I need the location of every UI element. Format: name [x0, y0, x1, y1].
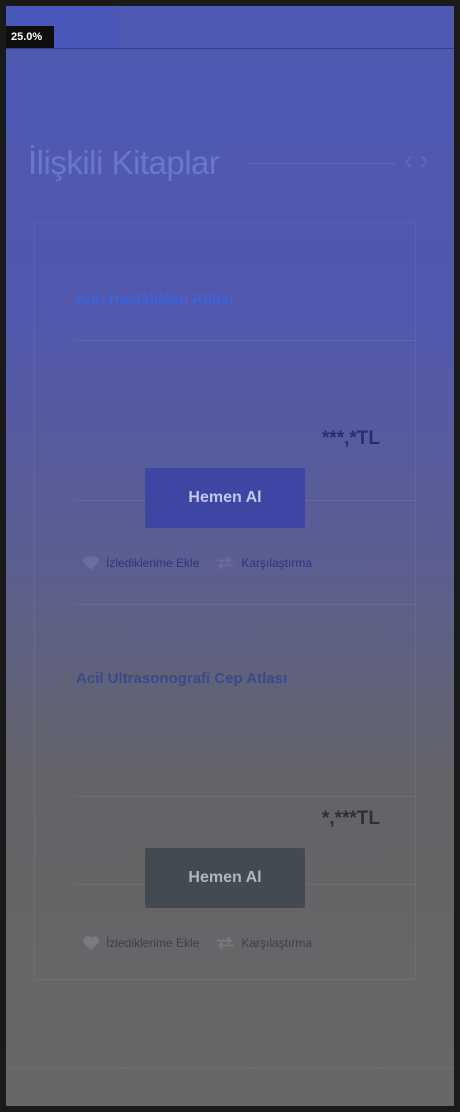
book-price: *,***TL	[321, 808, 380, 829]
buy-now-button[interactable]: Hemen Al	[145, 848, 305, 908]
book-title-link[interactable]: Kan Hastalıkları Atlası	[76, 290, 233, 307]
card-divider	[74, 796, 416, 797]
compare-label: Karşılaştırma	[241, 936, 313, 950]
book-card: Kan Hastalıkları Atlası ***,*TL Hemen Al…	[34, 222, 416, 605]
section-title: İlişkili Kitaplar	[28, 144, 220, 181]
footer-bar	[6, 1068, 454, 1106]
buy-now-button[interactable]: Hemen Al	[145, 468, 305, 528]
book-card: Acil Ultrasonografi Cep Atlası *,***TL H…	[34, 602, 416, 980]
next-arrow-icon[interactable]: ›	[419, 146, 428, 174]
watchlist-label: İzlediklerime Ekle	[106, 936, 200, 950]
carousel-nav: ‹ ›	[404, 146, 429, 174]
heart-icon	[83, 936, 99, 951]
book-price: ***,*TL	[321, 428, 380, 449]
compare-link[interactable]: Karşılaştırma	[215, 936, 312, 950]
progress-label: 25.0%	[6, 26, 54, 48]
heart-icon	[83, 556, 99, 571]
compare-label: Karşılaştırma	[241, 556, 313, 570]
progress-bar: 25.0%	[6, 6, 454, 49]
add-to-watchlist-link[interactable]: İzlediklerime Ekle	[82, 935, 199, 951]
compare-arrows-icon	[217, 556, 234, 570]
app-screen: 25.0% İlişkili Kitaplar ‹ › Kan Hastalık…	[6, 6, 454, 1106]
book-title-link[interactable]: Acil Ultrasonografi Cep Atlası	[76, 670, 287, 687]
add-to-watchlist-link[interactable]: İzlediklerime Ekle	[82, 555, 199, 571]
title-divider	[248, 163, 396, 164]
compare-link[interactable]: Karşılaştırma	[215, 556, 312, 570]
watchlist-label: İzlediklerime Ekle	[106, 556, 200, 570]
card-actions: İzlediklerime Ekle Karşılaştırma	[82, 935, 312, 951]
compare-arrows-icon	[217, 936, 234, 950]
card-divider	[74, 340, 416, 341]
prev-arrow-icon[interactable]: ‹	[404, 146, 413, 174]
card-actions: İzlediklerime Ekle Karşılaştırma	[82, 555, 312, 571]
